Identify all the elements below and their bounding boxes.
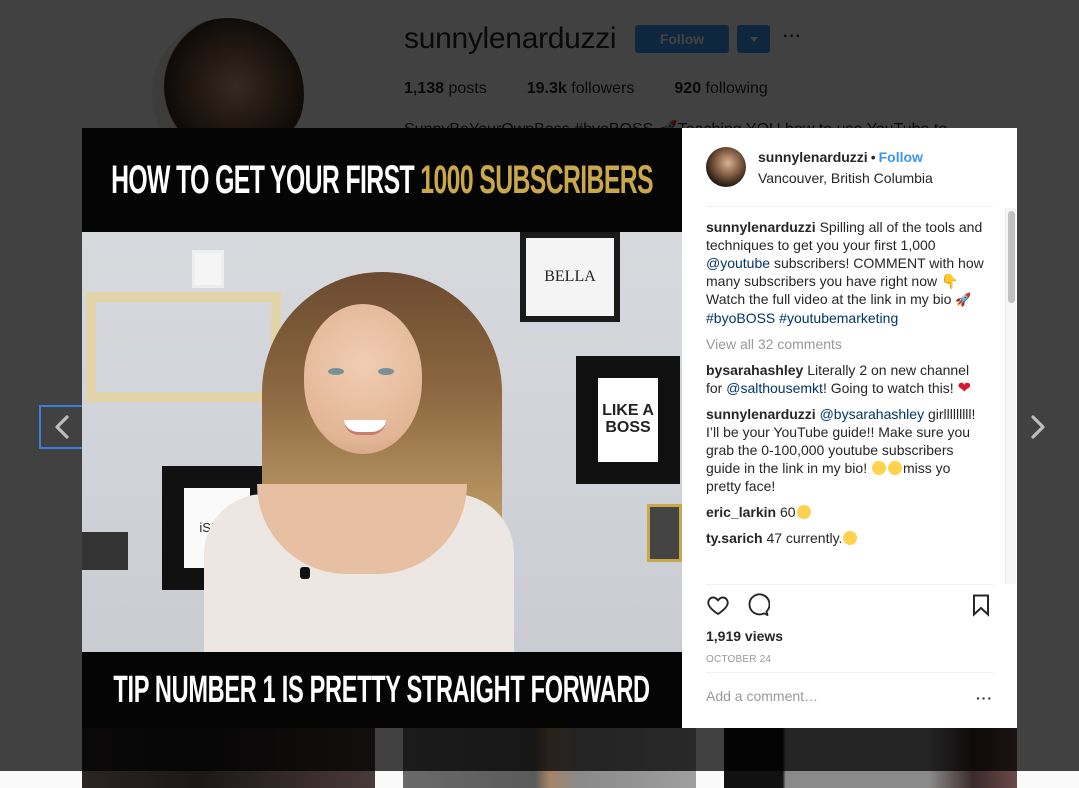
wall-frame-small: [192, 250, 224, 288]
author-username[interactable]: sunnylenarduzzi: [758, 149, 868, 165]
video-headline: HOW TO GET YOUR FIRST 1000 SUBSCRIBERS: [111, 157, 654, 202]
comment-username[interactable]: bysarahashley: [706, 362, 803, 378]
post-details-panel: sunnylenarduzzi • Follow Vancouver, Britis…: [682, 128, 1017, 728]
mention-link[interactable]: @youtube: [706, 255, 770, 271]
hashtag-link[interactable]: #byoBOSS: [706, 310, 775, 326]
hashtag-link[interactable]: #youtubemarketing: [779, 310, 898, 326]
wall-frame-boss: LIKE A BOSS: [576, 356, 680, 484]
wall-frame-photo: [647, 504, 682, 562]
video-frame-scene: BELLA LIKE A BOSS iSLAY: [82, 232, 682, 664]
post-header: sunnylenarduzzi • Follow Vancouver, Britis…: [706, 144, 993, 207]
heart-icon: [707, 596, 729, 615]
post-actions: [706, 592, 993, 622]
lapel-mic: [300, 567, 310, 579]
previous-post-button[interactable]: [39, 405, 83, 449]
author-avatar[interactable]: [706, 147, 746, 187]
mention-link[interactable]: @bysarahashley: [820, 406, 925, 422]
comment-item: sunnylenarduzzi @bysarahashley girllllll…: [706, 406, 976, 494]
view-count[interactable]: 1,919 views: [706, 628, 783, 644]
comment-item: bysarahashley Literally 2 on new channel…: [706, 362, 971, 397]
video-subtitle: TIP NUMBER 1 IS PRETTY STRAIGHT FORWARD: [113, 668, 651, 711]
comment-username[interactable]: ty.sarich: [706, 530, 763, 546]
separator-dot: •: [870, 149, 876, 165]
comments-list[interactable]: sunnylenarduzzi Spilling all of the tool…: [706, 218, 1006, 584]
post-modal: BELLA LIKE A BOSS iSLAY HOW TO GET YOUR …: [82, 128, 1017, 728]
divider: [706, 672, 993, 673]
add-comment-input[interactable]: [706, 688, 946, 704]
wall-frame-bella: BELLA: [520, 232, 620, 322]
no-mouth-emoji-icon: [843, 531, 858, 545]
comments-scrollbar[interactable]: [1005, 208, 1016, 584]
view-all-comments-link[interactable]: View all 32 comments: [706, 335, 1006, 353]
more-options-button[interactable]: ···: [976, 690, 993, 706]
like-button[interactable]: [706, 593, 730, 622]
speech-bubble-icon: [748, 592, 771, 616]
post-date[interactable]: OCTOBER 24: [706, 654, 771, 665]
kissing-face-emoji-icon: [887, 461, 902, 475]
wall-frame-photo: [82, 532, 128, 570]
divider: [706, 584, 993, 585]
comment-item: ty.sarich 47 currently.: [706, 529, 984, 547]
wall-frame-gold: [86, 292, 281, 402]
bookmark-icon: [973, 594, 989, 617]
sunglasses-emoji-icon: [796, 505, 811, 519]
next-post-button[interactable]: [1022, 405, 1054, 449]
person-eye: [328, 368, 344, 375]
comment-item: eric_larkin 60: [706, 503, 984, 521]
kissing-face-emoji-icon: [871, 461, 886, 475]
person-eye: [378, 368, 394, 375]
scrollbar-thumb[interactable]: [1008, 211, 1015, 303]
comment-username[interactable]: eric_larkin: [706, 504, 776, 520]
rocket-emoji-icon: 🚀: [955, 292, 972, 307]
chevron-left-icon: [55, 415, 69, 439]
pointing-down-emoji-icon: 👇: [941, 273, 959, 289]
post-video[interactable]: BELLA LIKE A BOSS iSLAY HOW TO GET YOUR …: [82, 128, 682, 728]
comment-username[interactable]: sunnylenarduzzi: [706, 406, 816, 422]
video-title-band: HOW TO GET YOUR FIRST 1000 SUBSCRIBERS: [82, 128, 682, 232]
caption-username[interactable]: sunnylenarduzzi: [706, 219, 816, 235]
mention-link[interactable]: @salthousemkt: [726, 380, 823, 396]
comment-button[interactable]: [746, 592, 771, 622]
heart-emoji-icon: ❤: [957, 380, 971, 397]
video-caption-band: TIP NUMBER 1 IS PRETTY STRAIGHT FORWARD: [82, 652, 682, 728]
save-button[interactable]: [969, 593, 993, 622]
post-caption: sunnylenarduzzi Spilling all of the tool…: [706, 219, 984, 326]
post-location[interactable]: Vancouver, British Columbia: [758, 170, 933, 186]
chevron-right-icon: [1031, 415, 1045, 439]
follow-link[interactable]: Follow: [879, 149, 923, 165]
